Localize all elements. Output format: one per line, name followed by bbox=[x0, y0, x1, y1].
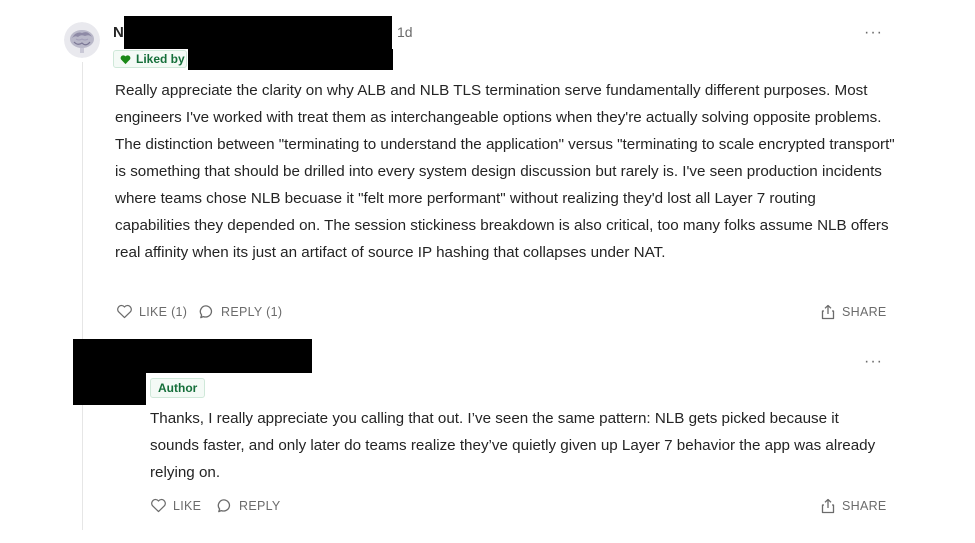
more-dots-icon: ··· bbox=[864, 353, 883, 370]
like-heart-icon bbox=[151, 498, 166, 513]
redacted-reply-author-name bbox=[73, 339, 312, 373]
reply-more-button[interactable]: ··· bbox=[864, 354, 883, 370]
commenter-name[interactable]: N bbox=[113, 24, 124, 41]
share-button[interactable]: SHARE bbox=[820, 304, 887, 320]
reply-bubble-icon bbox=[199, 305, 213, 319]
comment-timestamp: 1d bbox=[397, 24, 413, 40]
share-icon bbox=[821, 304, 835, 320]
comment-body: Really appreciate the clarity on why ALB… bbox=[115, 82, 895, 261]
share-icon bbox=[821, 498, 835, 514]
liked-by-label: Liked by bbox=[136, 52, 185, 66]
reply-button[interactable]: REPLY (1) bbox=[199, 304, 282, 320]
like-heart-icon bbox=[117, 304, 132, 319]
redacted-commenter-name bbox=[124, 16, 392, 49]
comment-more-button[interactable]: ··· bbox=[864, 25, 883, 41]
heart-icon bbox=[120, 54, 131, 64]
reply-body: Thanks, I really appreciate you calling … bbox=[150, 410, 876, 481]
avatar-image bbox=[64, 22, 100, 58]
author-badge-label: Author bbox=[158, 381, 198, 395]
reply-bubble-icon bbox=[217, 499, 231, 513]
reply-share-button[interactable]: SHARE bbox=[820, 498, 887, 514]
redacted-liked-by-name bbox=[188, 49, 393, 70]
more-dots-icon: ··· bbox=[864, 24, 883, 41]
reply-like-button[interactable]: LIKE bbox=[150, 498, 201, 513]
reply-reply-button[interactable]: REPLY bbox=[217, 498, 281, 514]
like-label: LIKE (1) bbox=[139, 304, 188, 319]
share-label: SHARE bbox=[842, 499, 887, 513]
avatar[interactable] bbox=[64, 22, 100, 58]
thread-line bbox=[82, 62, 83, 530]
like-button[interactable]: LIKE (1) bbox=[116, 304, 187, 319]
author-badge: Author bbox=[150, 378, 206, 398]
like-label: LIKE bbox=[173, 498, 202, 513]
reply-label: REPLY bbox=[239, 499, 281, 513]
reply-label: REPLY (1) bbox=[221, 305, 283, 319]
redacted-reply-avatar bbox=[73, 372, 146, 405]
liked-by-badge: Liked by bbox=[113, 50, 187, 68]
share-label: SHARE bbox=[842, 305, 887, 319]
